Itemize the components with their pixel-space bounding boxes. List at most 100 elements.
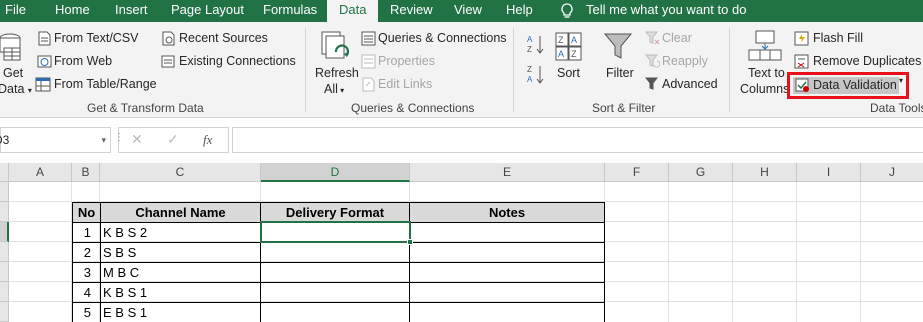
- properties-button[interactable]: Properties: [378, 54, 435, 68]
- column-header-a[interactable]: A: [9, 163, 72, 182]
- table-cell-no[interactable]: 4: [73, 283, 101, 303]
- row-header-7[interactable]: [0, 302, 9, 322]
- recent-sources-icon: [162, 31, 175, 46]
- row-header-2[interactable]: [0, 202, 9, 222]
- refresh-all-button-line2[interactable]: All ▾: [324, 82, 344, 96]
- text-to-columns-label-2[interactable]: Columns: [740, 82, 789, 96]
- get-data-button[interactable]: Get: [3, 66, 23, 80]
- row-header-1[interactable]: [0, 182, 9, 202]
- row-header-6[interactable]: [0, 282, 9, 302]
- svg-text:Z: Z: [571, 49, 577, 59]
- edit-links-icon: [362, 77, 375, 92]
- sort-button[interactable]: Sort: [557, 66, 580, 80]
- table-cell-delivery[interactable]: [261, 303, 410, 322]
- formula-bar: D3 ▾ ⋮ ✕ ✓ fx: [0, 118, 923, 163]
- tab-formulas[interactable]: Formulas: [263, 0, 317, 22]
- sort-descending-icon: Z A: [527, 65, 544, 84]
- from-text-csv-button[interactable]: From Text/CSV: [54, 31, 139, 45]
- refresh-all-button[interactable]: Refresh: [315, 66, 359, 80]
- row-header-4[interactable]: [0, 242, 9, 262]
- from-table-range-button[interactable]: From Table/Range: [54, 77, 157, 91]
- column-header-g[interactable]: G: [669, 163, 733, 182]
- text-to-columns-button[interactable]: Text to: [748, 66, 785, 80]
- data-validation-button[interactable]: Data Validation: [813, 78, 897, 92]
- reapply-icon: [645, 54, 660, 68]
- cancel-icon[interactable]: ✕: [131, 131, 143, 148]
- tab-insert[interactable]: Insert: [115, 0, 148, 22]
- reapply-button[interactable]: Reapply: [662, 54, 708, 68]
- flash-fill-button[interactable]: Flash Fill: [813, 31, 863, 45]
- table-header-delivery[interactable]: Delivery Format: [261, 203, 410, 223]
- table-header-channel[interactable]: Channel Name: [101, 203, 261, 223]
- table-cell-no[interactable]: 2: [73, 243, 101, 263]
- queries-connections-button[interactable]: Queries & Connections: [378, 31, 507, 45]
- existing-connections-icon: [161, 55, 175, 68]
- filter-icon: [604, 33, 632, 59]
- web-icon: [37, 55, 52, 68]
- table-cell-notes[interactable]: [410, 303, 605, 322]
- table-cell-channel[interactable]: K B S 2: [101, 223, 261, 243]
- column-header-d[interactable]: D: [261, 163, 410, 182]
- tab-file[interactable]: File: [5, 0, 26, 22]
- tab-view[interactable]: View: [454, 0, 482, 22]
- filter-button[interactable]: Filter: [606, 66, 634, 80]
- table-cell-notes[interactable]: [410, 223, 605, 243]
- remove-duplicates-button[interactable]: Remove Duplicates: [813, 54, 921, 68]
- enter-icon[interactable]: ✓: [167, 131, 179, 148]
- dropdown-arrow-icon: ▾: [337, 86, 345, 95]
- formula-input[interactable]: [232, 127, 923, 153]
- data-validation-dropdown-icon[interactable]: ▾: [899, 76, 903, 85]
- tab-home[interactable]: Home: [55, 0, 90, 22]
- column-header-b[interactable]: B: [72, 163, 100, 182]
- data-ribbon: Get Data ▾ From Text/CSV From Web From T…: [0, 22, 923, 118]
- active-cell-cursor[interactable]: [260, 221, 411, 243]
- get-data-button-line2[interactable]: Data ▾: [0, 82, 32, 96]
- column-header-c[interactable]: C: [100, 163, 261, 182]
- column-header-e[interactable]: E: [410, 163, 605, 182]
- formula-controls: ⋮ ✕ ✓ fx: [114, 127, 229, 153]
- table-header-notes[interactable]: Notes: [410, 203, 605, 223]
- column-header-j[interactable]: J: [861, 163, 923, 182]
- recent-sources-button[interactable]: Recent Sources: [179, 31, 268, 45]
- tab-data[interactable]: Data: [327, 0, 379, 22]
- tab-review[interactable]: Review: [390, 0, 433, 22]
- from-web-button[interactable]: From Web: [54, 54, 112, 68]
- refresh-all-icon: [321, 31, 350, 59]
- table-cell-channel[interactable]: S B S: [101, 243, 261, 263]
- name-box[interactable]: D3 ▾: [0, 127, 111, 153]
- edit-links-button[interactable]: Edit Links: [378, 77, 432, 91]
- table-header-no[interactable]: No: [73, 203, 101, 223]
- table-cell-channel[interactable]: K B S 1: [101, 283, 261, 303]
- row-header-5[interactable]: [0, 262, 9, 282]
- group-divider: [729, 28, 730, 112]
- table-cell-no[interactable]: 3: [73, 263, 101, 283]
- group-label-data-tools: Data Tools: [870, 101, 923, 115]
- column-header-f[interactable]: F: [605, 163, 669, 182]
- remove-duplicates-icon: [794, 54, 809, 69]
- table-cell-notes[interactable]: [410, 283, 605, 303]
- clear-button[interactable]: Clear: [662, 31, 692, 45]
- advanced-button[interactable]: Advanced: [662, 77, 718, 91]
- column-header-i[interactable]: I: [797, 163, 861, 182]
- existing-connections-button[interactable]: Existing Connections: [179, 54, 296, 68]
- table-cell-delivery[interactable]: [261, 263, 410, 283]
- tab-help[interactable]: Help: [506, 0, 533, 22]
- column-header-h[interactable]: H: [733, 163, 797, 182]
- table-cell-notes[interactable]: [410, 263, 605, 283]
- insert-function-icon[interactable]: fx: [203, 132, 212, 148]
- tab-page-layout[interactable]: Page Layout: [171, 0, 244, 22]
- table-cell-notes[interactable]: [410, 243, 605, 263]
- more-icon: ⋮: [114, 132, 124, 143]
- fill-handle[interactable]: [407, 239, 413, 245]
- row-header-3[interactable]: [0, 222, 9, 242]
- table-cell-channel[interactable]: M B C: [101, 263, 261, 283]
- table-cell-no[interactable]: 5: [73, 303, 101, 322]
- chevron-down-icon[interactable]: ▾: [101, 128, 106, 152]
- queries-connections-icon: [361, 31, 376, 46]
- select-all-corner[interactable]: [0, 163, 9, 182]
- table-cell-channel[interactable]: E B S 1: [101, 303, 261, 322]
- table-cell-no[interactable]: 1: [73, 223, 101, 243]
- table-cell-delivery[interactable]: [261, 243, 410, 263]
- svg-text:A: A: [527, 75, 533, 84]
- table-cell-delivery[interactable]: [261, 283, 410, 303]
